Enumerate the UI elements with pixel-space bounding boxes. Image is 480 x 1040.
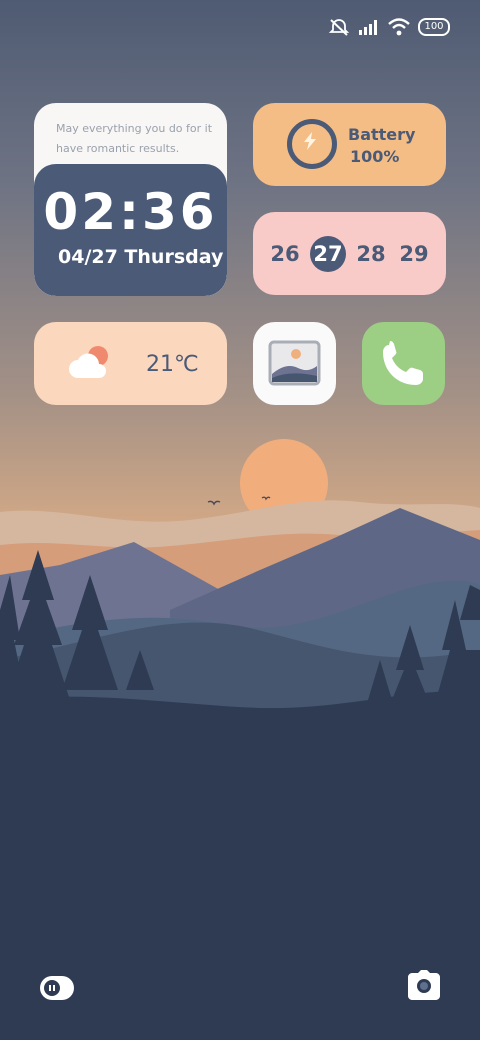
signal-icon: [359, 20, 377, 35]
battery-widget[interactable]: Battery 100%: [253, 103, 446, 186]
lightning-icon: [304, 132, 316, 150]
clock-date: 04/27 Thursday: [58, 246, 224, 268]
bird-1: [207, 500, 221, 506]
quote-text: May everything you do for it have romant…: [56, 122, 213, 155]
status-bar: 100: [328, 12, 450, 42]
battery-ring: [287, 119, 337, 169]
camera-icon[interactable]: [408, 970, 440, 1000]
gallery-icon: [268, 340, 321, 386]
weather-widget[interactable]: 21℃: [34, 322, 227, 405]
clock-time: 02:36: [43, 183, 218, 241]
toggle-knob: [44, 980, 60, 996]
partly-cloudy-icon: [69, 346, 108, 378]
calendar-day: 29: [399, 242, 429, 266]
toggle-icon[interactable]: [40, 976, 74, 1000]
gallery-app-icon[interactable]: [253, 322, 336, 405]
pause-bar: [53, 985, 55, 991]
home-screen: 100 May everything you do for it have ro…: [0, 0, 480, 1040]
clock-widget[interactable]: May everything you do for it have romant…: [34, 103, 227, 296]
pause-bar: [49, 985, 51, 991]
mute-icon: [328, 19, 350, 36]
battery-label: Battery: [348, 125, 416, 144]
calendar-day-selected: 27: [310, 236, 346, 272]
calendar-days: 26 27 28 29: [267, 236, 432, 272]
temperature: 21℃: [146, 352, 199, 377]
calendar-day: 28: [356, 242, 386, 266]
battery-value: 100%: [350, 147, 400, 166]
battery-indicator: 100: [418, 18, 450, 36]
phone-app-icon[interactable]: [362, 322, 445, 405]
wifi-icon: [388, 18, 410, 36]
phone-icon: [383, 341, 423, 385]
calendar-widget[interactable]: 26 27 28 29: [253, 212, 446, 295]
clock-panel: 02:36 04/27 Thursday: [34, 164, 227, 296]
calendar-day: 26: [270, 242, 300, 266]
